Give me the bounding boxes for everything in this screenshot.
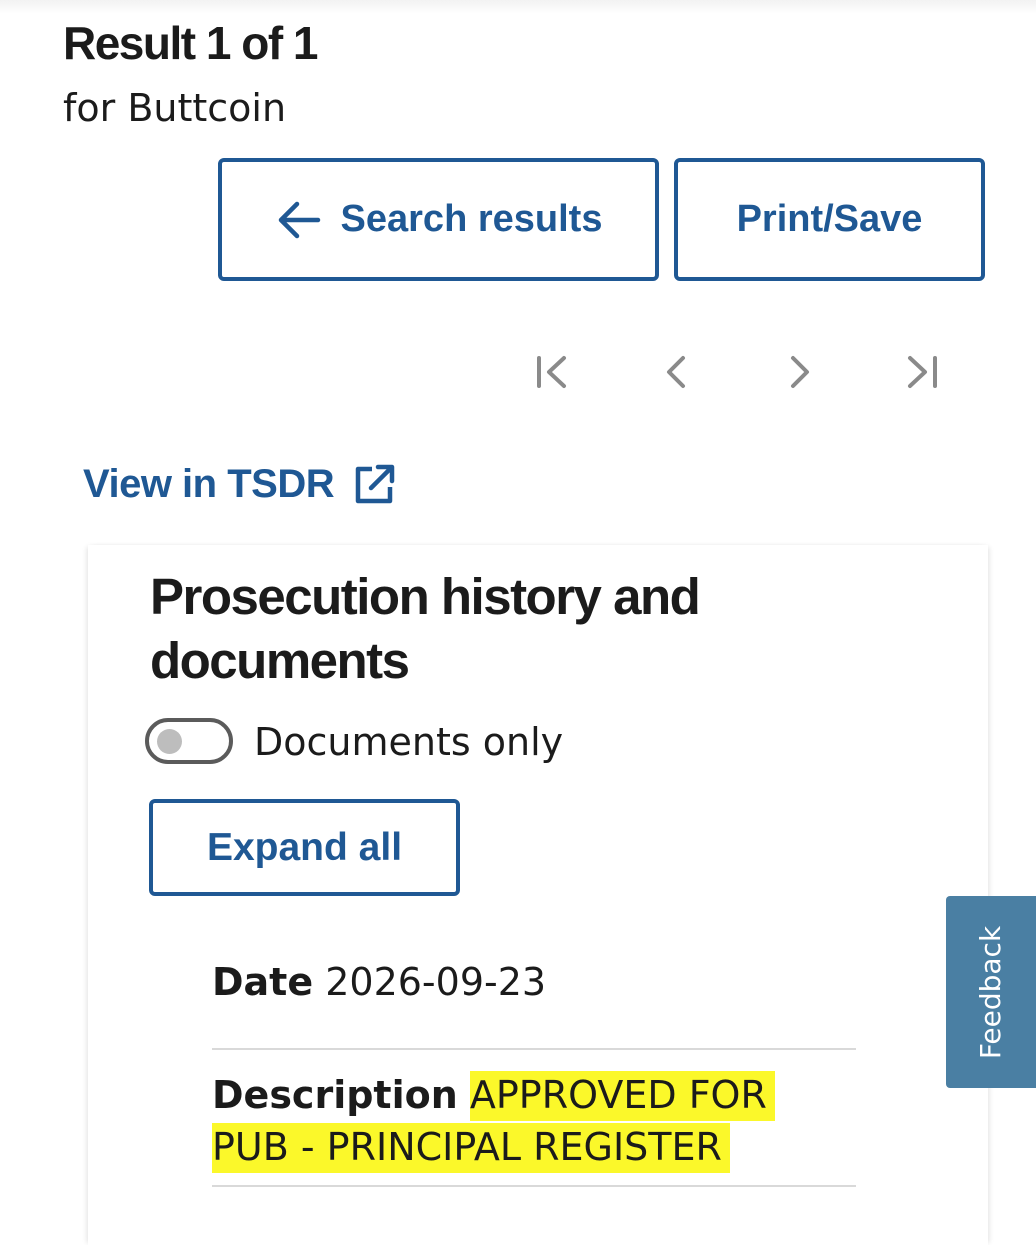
search-results-button[interactable]: Search results — [218, 158, 659, 281]
previous-page-button[interactable] — [654, 350, 698, 394]
first-page-icon — [537, 356, 566, 388]
result-title: Result 1 of 1 — [63, 17, 319, 69]
date-row: Date 2026-09-23 — [212, 960, 546, 1004]
last-page-button[interactable] — [900, 350, 944, 394]
external-link-icon — [355, 464, 395, 503]
next-page-button[interactable] — [778, 350, 822, 394]
top-shade — [0, 0, 1036, 14]
prosecution-heading: Prosecution history and documents — [150, 568, 701, 689]
feedback-tab[interactable]: Feedback — [946, 896, 1036, 1088]
documents-only-toggle[interactable] — [145, 718, 233, 764]
first-page-button[interactable] — [530, 350, 574, 394]
view-in-tsdr-link[interactable]: View in TSDR — [83, 462, 396, 507]
date-value: 2026-09-23 — [325, 960, 547, 1004]
row-divider — [212, 1048, 856, 1050]
date-label: Date — [212, 960, 314, 1004]
row-divider — [212, 1185, 856, 1187]
description-row: Description APPROVED FOR PUB - PRINCIPAL… — [212, 1069, 852, 1173]
result-subtitle: for Buttcoin — [63, 86, 287, 130]
print-save-label: Print/Save — [736, 198, 923, 240]
view-in-tsdr-label: View in TSDR — [83, 462, 335, 506]
arrow-left-icon — [278, 201, 320, 238]
documents-only-label: Documents only — [254, 720, 564, 764]
search-results-label: Search results — [340, 198, 603, 240]
last-page-icon — [908, 356, 937, 388]
prosecution-history-card: Prosecution history and documents Docume… — [88, 545, 988, 1245]
feedback-label: Feedback — [974, 925, 1008, 1059]
expand-all-button[interactable]: Expand all — [149, 799, 460, 896]
next-page-icon — [791, 356, 809, 388]
previous-page-icon — [667, 356, 685, 388]
toggle-knob — [157, 729, 182, 754]
description-label: Description — [212, 1073, 458, 1117]
print-save-button[interactable]: Print/Save — [674, 158, 985, 281]
expand-all-label: Expand all — [206, 825, 403, 869]
